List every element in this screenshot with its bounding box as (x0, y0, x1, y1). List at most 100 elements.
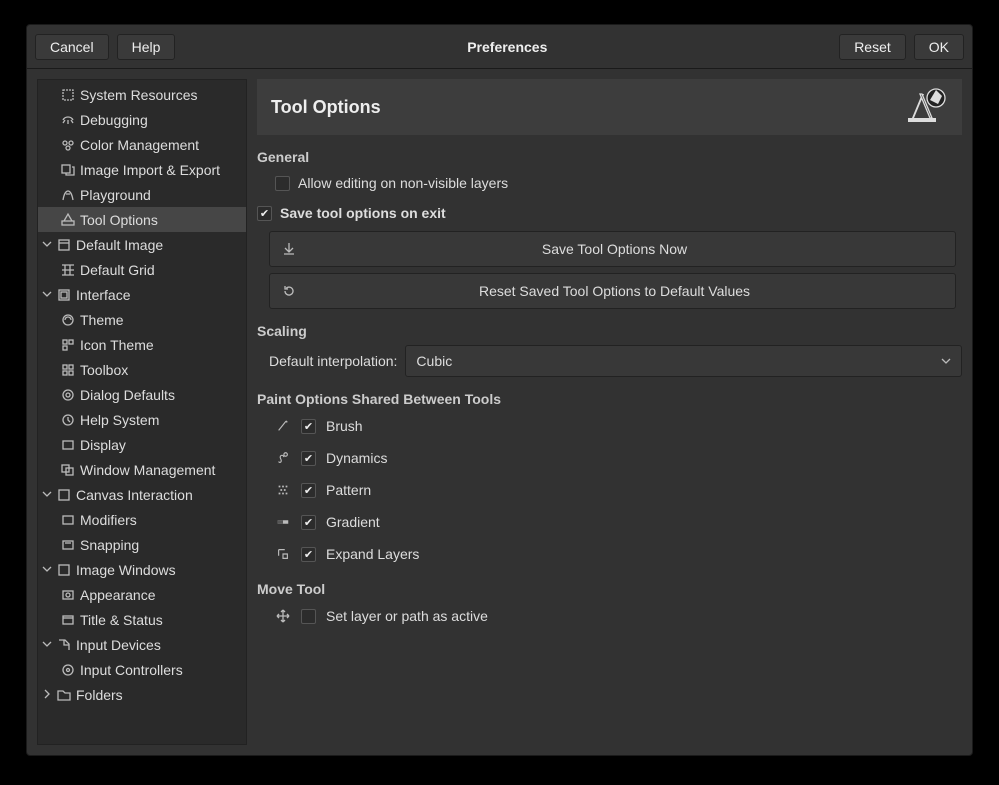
paint-option-row[interactable]: Pattern (275, 477, 962, 503)
save-on-exit-label: Save tool options on exit (280, 205, 446, 221)
paint-option-label: Pattern (326, 482, 371, 498)
tree-row-icon (60, 387, 76, 403)
preferences-dialog: Cancel Help Preferences Reset OK System … (26, 24, 973, 756)
tree-item[interactable]: Folders (38, 682, 246, 707)
tree-item[interactable]: Help System (38, 407, 246, 432)
allow-editing-row[interactable]: Allow editing on non-visible layers (275, 171, 962, 195)
tree-expander-icon[interactable] (42, 239, 54, 251)
tree-row-label: Icon Theme (78, 337, 154, 353)
paint-option-icon (275, 450, 291, 466)
section-heading-scaling: Scaling (257, 323, 962, 339)
tree-item[interactable]: Theme (38, 307, 246, 332)
allow-editing-checkbox[interactable] (275, 176, 290, 191)
tree-item[interactable]: Image Import & Export (38, 157, 246, 182)
paint-option-row[interactable]: Dynamics (275, 445, 962, 471)
tree-item[interactable]: Debugging (38, 107, 246, 132)
tree-item[interactable]: Default Grid (38, 257, 246, 282)
tree-item[interactable]: Input Controllers (38, 657, 246, 682)
tree-item[interactable]: Icon Theme (38, 332, 246, 357)
tree-row-label: Modifiers (78, 512, 137, 528)
tree-row-icon (60, 212, 76, 228)
tree-row-icon (60, 537, 76, 553)
tree-item[interactable]: Image Windows (38, 557, 246, 582)
tree-item[interactable]: Appearance (38, 582, 246, 607)
paint-option-icon (275, 418, 291, 434)
tree-row-icon (60, 337, 76, 353)
tree-item[interactable]: Default Image (38, 232, 246, 257)
panel-header: Tool Options (257, 79, 962, 135)
reset-tool-options-button[interactable]: Reset Saved Tool Options to Default Valu… (269, 273, 956, 309)
tree-item[interactable]: Snapping (38, 532, 246, 557)
tree-row-icon (60, 137, 76, 153)
tree-item[interactable]: Toolbox (38, 357, 246, 382)
save-on-exit-row[interactable]: Save tool options on exit (257, 201, 962, 225)
paint-option-row[interactable]: Expand Layers (275, 541, 962, 567)
tree-expander-icon[interactable] (42, 564, 54, 576)
paint-option-checkbox[interactable] (301, 419, 316, 434)
paint-option-row[interactable]: Gradient (275, 509, 962, 535)
ok-button[interactable]: OK (914, 34, 964, 60)
paint-option-row[interactable]: Brush (275, 413, 962, 439)
interpolation-select[interactable]: Cubic (405, 345, 962, 377)
paint-option-icon (275, 546, 291, 562)
tree-row-icon (60, 612, 76, 628)
tree-row-label: System Resources (78, 87, 197, 103)
tree-row-icon (60, 262, 76, 278)
tree-item[interactable]: Display (38, 432, 246, 457)
cancel-button[interactable]: Cancel (35, 34, 109, 60)
tree-item[interactable]: Dialog Defaults (38, 382, 246, 407)
section-heading-general: General (257, 149, 962, 165)
tree-row-icon (56, 237, 72, 253)
paint-option-checkbox[interactable] (301, 547, 316, 562)
tree-expander-icon[interactable] (42, 289, 54, 301)
tree-expander-icon[interactable] (42, 489, 54, 501)
tree-row-icon (60, 462, 76, 478)
tree-item[interactable]: Canvas Interaction (38, 482, 246, 507)
paint-option-label: Gradient (326, 514, 380, 530)
tree-row-label: Debugging (78, 112, 148, 128)
section-heading-paint: Paint Options Shared Between Tools (257, 391, 962, 407)
tree-item[interactable]: System Resources (38, 82, 246, 107)
paint-option-checkbox[interactable] (301, 451, 316, 466)
tree-item[interactable]: Color Management (38, 132, 246, 157)
tree-row-label: Window Management (78, 462, 215, 478)
tree-row-icon (60, 187, 76, 203)
tree-row-label: Input Controllers (78, 662, 183, 678)
dialog-title: Preferences (183, 39, 831, 55)
titlebar: Cancel Help Preferences Reset OK (27, 25, 972, 69)
tree-row-icon (56, 687, 72, 703)
tree-row-label: Image Windows (74, 562, 176, 578)
save-on-exit-checkbox[interactable] (257, 206, 272, 221)
tree-item[interactable]: Window Management (38, 457, 246, 482)
tree-item[interactable]: Title & Status (38, 607, 246, 632)
tree-expander-icon[interactable] (42, 639, 54, 651)
paint-option-checkbox[interactable] (301, 515, 316, 530)
reset-tool-options-label: Reset Saved Tool Options to Default Valu… (312, 283, 945, 299)
tree-item[interactable]: Modifiers (38, 507, 246, 532)
section-heading-move: Move Tool (257, 581, 962, 597)
tree-row-label: Dialog Defaults (78, 387, 175, 403)
tree-item[interactable]: Tool Options (38, 207, 246, 232)
tree-item[interactable]: Input Devices (38, 632, 246, 657)
tree-row-icon (60, 412, 76, 428)
paint-option-checkbox[interactable] (301, 483, 316, 498)
tree-item[interactable]: Interface (38, 282, 246, 307)
tree-row-label: Input Devices (74, 637, 161, 653)
paint-option-icon (275, 514, 291, 530)
allow-editing-label: Allow editing on non-visible layers (298, 175, 508, 191)
move-set-active-row[interactable]: Set layer or path as active (275, 603, 962, 629)
tree-row-icon (56, 487, 72, 503)
reset-button[interactable]: Reset (839, 34, 906, 60)
tree-row-label: Help System (78, 412, 159, 428)
tree-row-icon (56, 287, 72, 303)
save-tool-options-now-button[interactable]: Save Tool Options Now (269, 231, 956, 267)
panel-title: Tool Options (271, 97, 381, 118)
tree-expander-icon[interactable] (42, 689, 54, 701)
tree-row-label: Tool Options (78, 212, 158, 228)
chevron-down-icon (941, 353, 951, 369)
help-button[interactable]: Help (117, 34, 176, 60)
tree-row-label: Canvas Interaction (74, 487, 193, 503)
category-tree[interactable]: System Resources Debugging Color Managemen… (37, 79, 247, 745)
tree-item[interactable]: Playground (38, 182, 246, 207)
move-set-active-checkbox[interactable] (301, 609, 316, 624)
